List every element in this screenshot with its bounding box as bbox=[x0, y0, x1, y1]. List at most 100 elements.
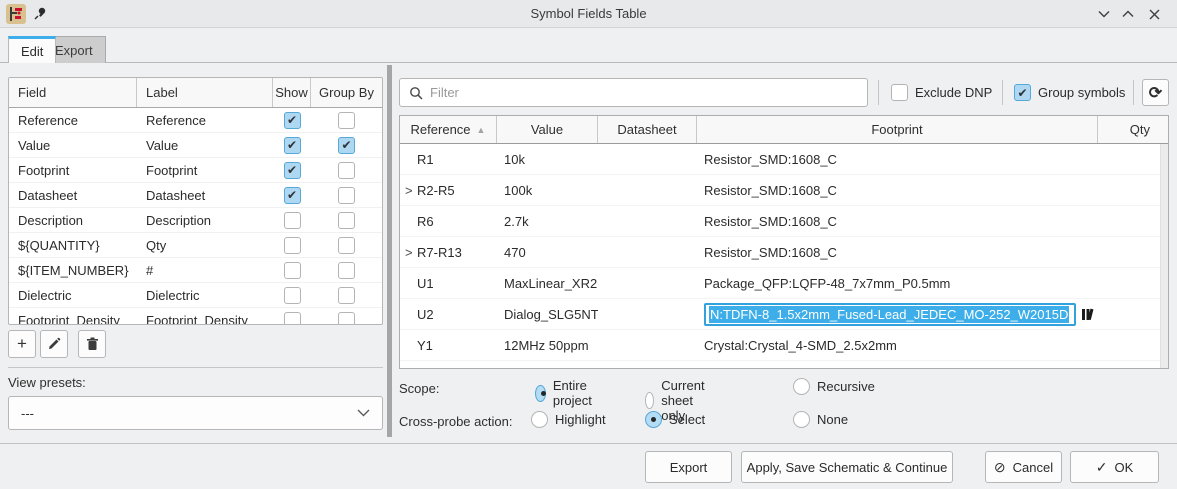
groupby-checkbox[interactable]: ✔ bbox=[338, 287, 355, 304]
radio-button[interactable] bbox=[535, 385, 546, 402]
show-checkbox[interactable]: ✔ bbox=[284, 162, 301, 179]
show-checkbox[interactable]: ✔ bbox=[284, 312, 301, 326]
apply-save-continue-button[interactable]: Apply, Save Schematic & Continue bbox=[741, 451, 953, 483]
export-button[interactable]: Export bbox=[645, 451, 732, 483]
groupby-checkbox[interactable]: ✔ bbox=[338, 212, 355, 229]
footprint-cell[interactable]: Resistor_SMD:1608_C bbox=[697, 183, 1098, 198]
exclude-dnp-checkbox[interactable]: ✔ bbox=[891, 84, 908, 101]
table-row[interactable]: Y1 12MHz 50ppm Crystal:Crystal_4-SMD_2.5… bbox=[400, 330, 1168, 361]
column-header-show[interactable]: Show bbox=[273, 78, 311, 107]
groupby-checkbox[interactable]: ✔ bbox=[338, 137, 355, 154]
groupby-checkbox[interactable]: ✔ bbox=[338, 312, 355, 326]
value-cell[interactable]: 100k bbox=[497, 183, 598, 198]
scope-label: Scope: bbox=[399, 381, 535, 396]
column-header-groupby[interactable]: Group By bbox=[311, 78, 382, 107]
tab-edit-label: Edit bbox=[21, 44, 43, 59]
footprint-cell[interactable]: Resistor_SMD:1608_C bbox=[697, 245, 1098, 260]
ok-button[interactable]: ✓ OK bbox=[1070, 451, 1159, 483]
close-window-icon[interactable] bbox=[1145, 5, 1163, 23]
rename-field-button[interactable] bbox=[40, 330, 68, 358]
radio-button[interactable] bbox=[645, 392, 654, 409]
show-checkbox[interactable]: ✔ bbox=[284, 262, 301, 279]
footprint-cell[interactable]: Crystal:Crystal_4-SMD_2.5x2mm bbox=[697, 338, 1098, 353]
filter-field[interactable] bbox=[399, 78, 868, 107]
field-row[interactable]: Reference Reference ✔ ✔ bbox=[9, 108, 382, 133]
table-row[interactable]: >R7-R13 470 Resistor_SMD:1608_C bbox=[400, 237, 1168, 268]
group-symbols-option[interactable]: ✔ Group symbols bbox=[1014, 84, 1125, 101]
left-panel-divider bbox=[8, 367, 383, 368]
scope-recursive[interactable]: Recursive bbox=[793, 378, 875, 395]
table-row[interactable]: R6 2.7k Resistor_SMD:1608_C bbox=[400, 206, 1168, 237]
field-row[interactable]: Dielectric Dielectric ✔ ✔ bbox=[9, 283, 382, 308]
groupby-checkbox[interactable]: ✔ bbox=[338, 237, 355, 254]
value-cell[interactable]: 470 bbox=[497, 245, 598, 260]
check-icon: ✔ bbox=[287, 188, 297, 202]
groupby-checkbox[interactable]: ✔ bbox=[338, 112, 355, 129]
exclude-dnp-option[interactable]: ✔ Exclude DNP bbox=[891, 84, 992, 101]
footprint-edit-input[interactable]: N:TDFN-8_1.5x2mm_Fused-Lead_JEDEC_MO-252… bbox=[704, 303, 1076, 326]
add-field-button[interactable]: + bbox=[8, 330, 36, 358]
group-expander[interactable]: > bbox=[405, 183, 417, 198]
field-row[interactable]: Description Description ✔ ✔ bbox=[9, 208, 382, 233]
delete-field-button[interactable] bbox=[78, 330, 106, 358]
table-row[interactable]: U1 MaxLinear_XR2 Package_QFP:LQFP-48_7x7… bbox=[400, 268, 1168, 299]
radio-button[interactable] bbox=[645, 411, 662, 428]
groupby-checkbox[interactable]: ✔ bbox=[338, 262, 355, 279]
show-checkbox[interactable]: ✔ bbox=[284, 112, 301, 129]
cross-probe-none[interactable]: None bbox=[793, 411, 848, 428]
footprint-browser-button[interactable] bbox=[1081, 307, 1096, 322]
show-checkbox[interactable]: ✔ bbox=[284, 137, 301, 154]
value-cell[interactable]: Dialog_SLG5NT bbox=[497, 307, 598, 322]
group-expander[interactable]: > bbox=[405, 245, 417, 260]
table-row-editing[interactable]: U2 Dialog_SLG5NT N:TDFN-8_1.5x2mm_Fused-… bbox=[400, 299, 1168, 330]
show-checkbox[interactable]: ✔ bbox=[284, 212, 301, 229]
field-row[interactable]: Value Value ✔ ✔ bbox=[9, 133, 382, 158]
refresh-button[interactable]: ⟳ bbox=[1142, 79, 1169, 106]
field-name: Value bbox=[9, 138, 137, 153]
footprint-cell[interactable]: Resistor_SMD:1608_C bbox=[697, 214, 1098, 229]
field-row[interactable]: ${QUANTITY} Qty ✔ ✔ bbox=[9, 233, 382, 258]
show-checkbox[interactable]: ✔ bbox=[284, 187, 301, 204]
column-header-field[interactable]: Field bbox=[9, 78, 137, 107]
cross-probe-highlight[interactable]: Highlight bbox=[531, 411, 606, 428]
groupby-checkbox[interactable]: ✔ bbox=[338, 187, 355, 204]
footprint-cell[interactable]: Package_QFP:LQFP-48_7x7mm_P0.5mm bbox=[697, 276, 1098, 291]
field-row[interactable]: ${ITEM_NUMBER} # ✔ ✔ bbox=[9, 258, 382, 283]
field-row[interactable]: Datasheet Datasheet ✔ ✔ bbox=[9, 183, 382, 208]
column-header-reference[interactable]: Reference ▲ bbox=[400, 116, 497, 143]
value-cell[interactable]: 2.7k bbox=[497, 214, 598, 229]
footprint-cell[interactable]: Resistor_SMD:1608_C bbox=[697, 152, 1098, 167]
cancel-button[interactable]: ⊘ Cancel bbox=[985, 451, 1062, 483]
groupby-checkbox[interactable]: ✔ bbox=[338, 162, 355, 179]
radio-button[interactable] bbox=[531, 411, 548, 428]
radio-button[interactable] bbox=[793, 378, 810, 395]
show-checkbox[interactable]: ✔ bbox=[284, 237, 301, 254]
vertical-scrollbar[interactable] bbox=[1160, 144, 1168, 369]
column-header-footprint[interactable]: Footprint bbox=[697, 116, 1098, 143]
cross-probe-select[interactable]: Select bbox=[645, 411, 705, 428]
value-cell[interactable]: 12MHz 50ppm bbox=[497, 338, 598, 353]
tab-edit[interactable]: Edit bbox=[8, 36, 56, 63]
group-symbols-checkbox[interactable]: ✔ bbox=[1014, 84, 1031, 101]
unshade-window-icon[interactable] bbox=[1119, 5, 1137, 23]
table-row[interactable]: R1 10k Resistor_SMD:1608_C bbox=[400, 144, 1168, 175]
tab-page-divider bbox=[0, 62, 1177, 63]
sort-ascending-icon: ▲ bbox=[477, 125, 486, 135]
show-checkbox[interactable]: ✔ bbox=[284, 287, 301, 304]
panel-splitter[interactable] bbox=[387, 65, 392, 437]
column-header-datasheet[interactable]: Datasheet bbox=[598, 116, 697, 143]
column-header-qty[interactable]: Qty bbox=[1098, 116, 1160, 143]
scope-entire-project[interactable]: Entire project bbox=[535, 378, 598, 408]
title-bar: Symbol Fields Table bbox=[0, 0, 1177, 28]
column-header-label[interactable]: Label bbox=[137, 78, 273, 107]
value-cell[interactable]: MaxLinear_XR2 bbox=[497, 276, 598, 291]
field-row[interactable]: Footprint Footprint ✔ ✔ bbox=[9, 158, 382, 183]
column-header-value[interactable]: Value bbox=[497, 116, 598, 143]
filter-input[interactable] bbox=[430, 85, 867, 100]
radio-button[interactable] bbox=[793, 411, 810, 428]
view-presets-dropdown[interactable]: --- bbox=[8, 396, 383, 430]
shade-window-icon[interactable] bbox=[1095, 5, 1113, 23]
value-cell[interactable]: 10k bbox=[497, 152, 598, 167]
field-row[interactable]: Footprint_Density Footprint_Density ✔ ✔ bbox=[9, 308, 382, 325]
table-row[interactable]: >R2-R5 100k Resistor_SMD:1608_C bbox=[400, 175, 1168, 206]
